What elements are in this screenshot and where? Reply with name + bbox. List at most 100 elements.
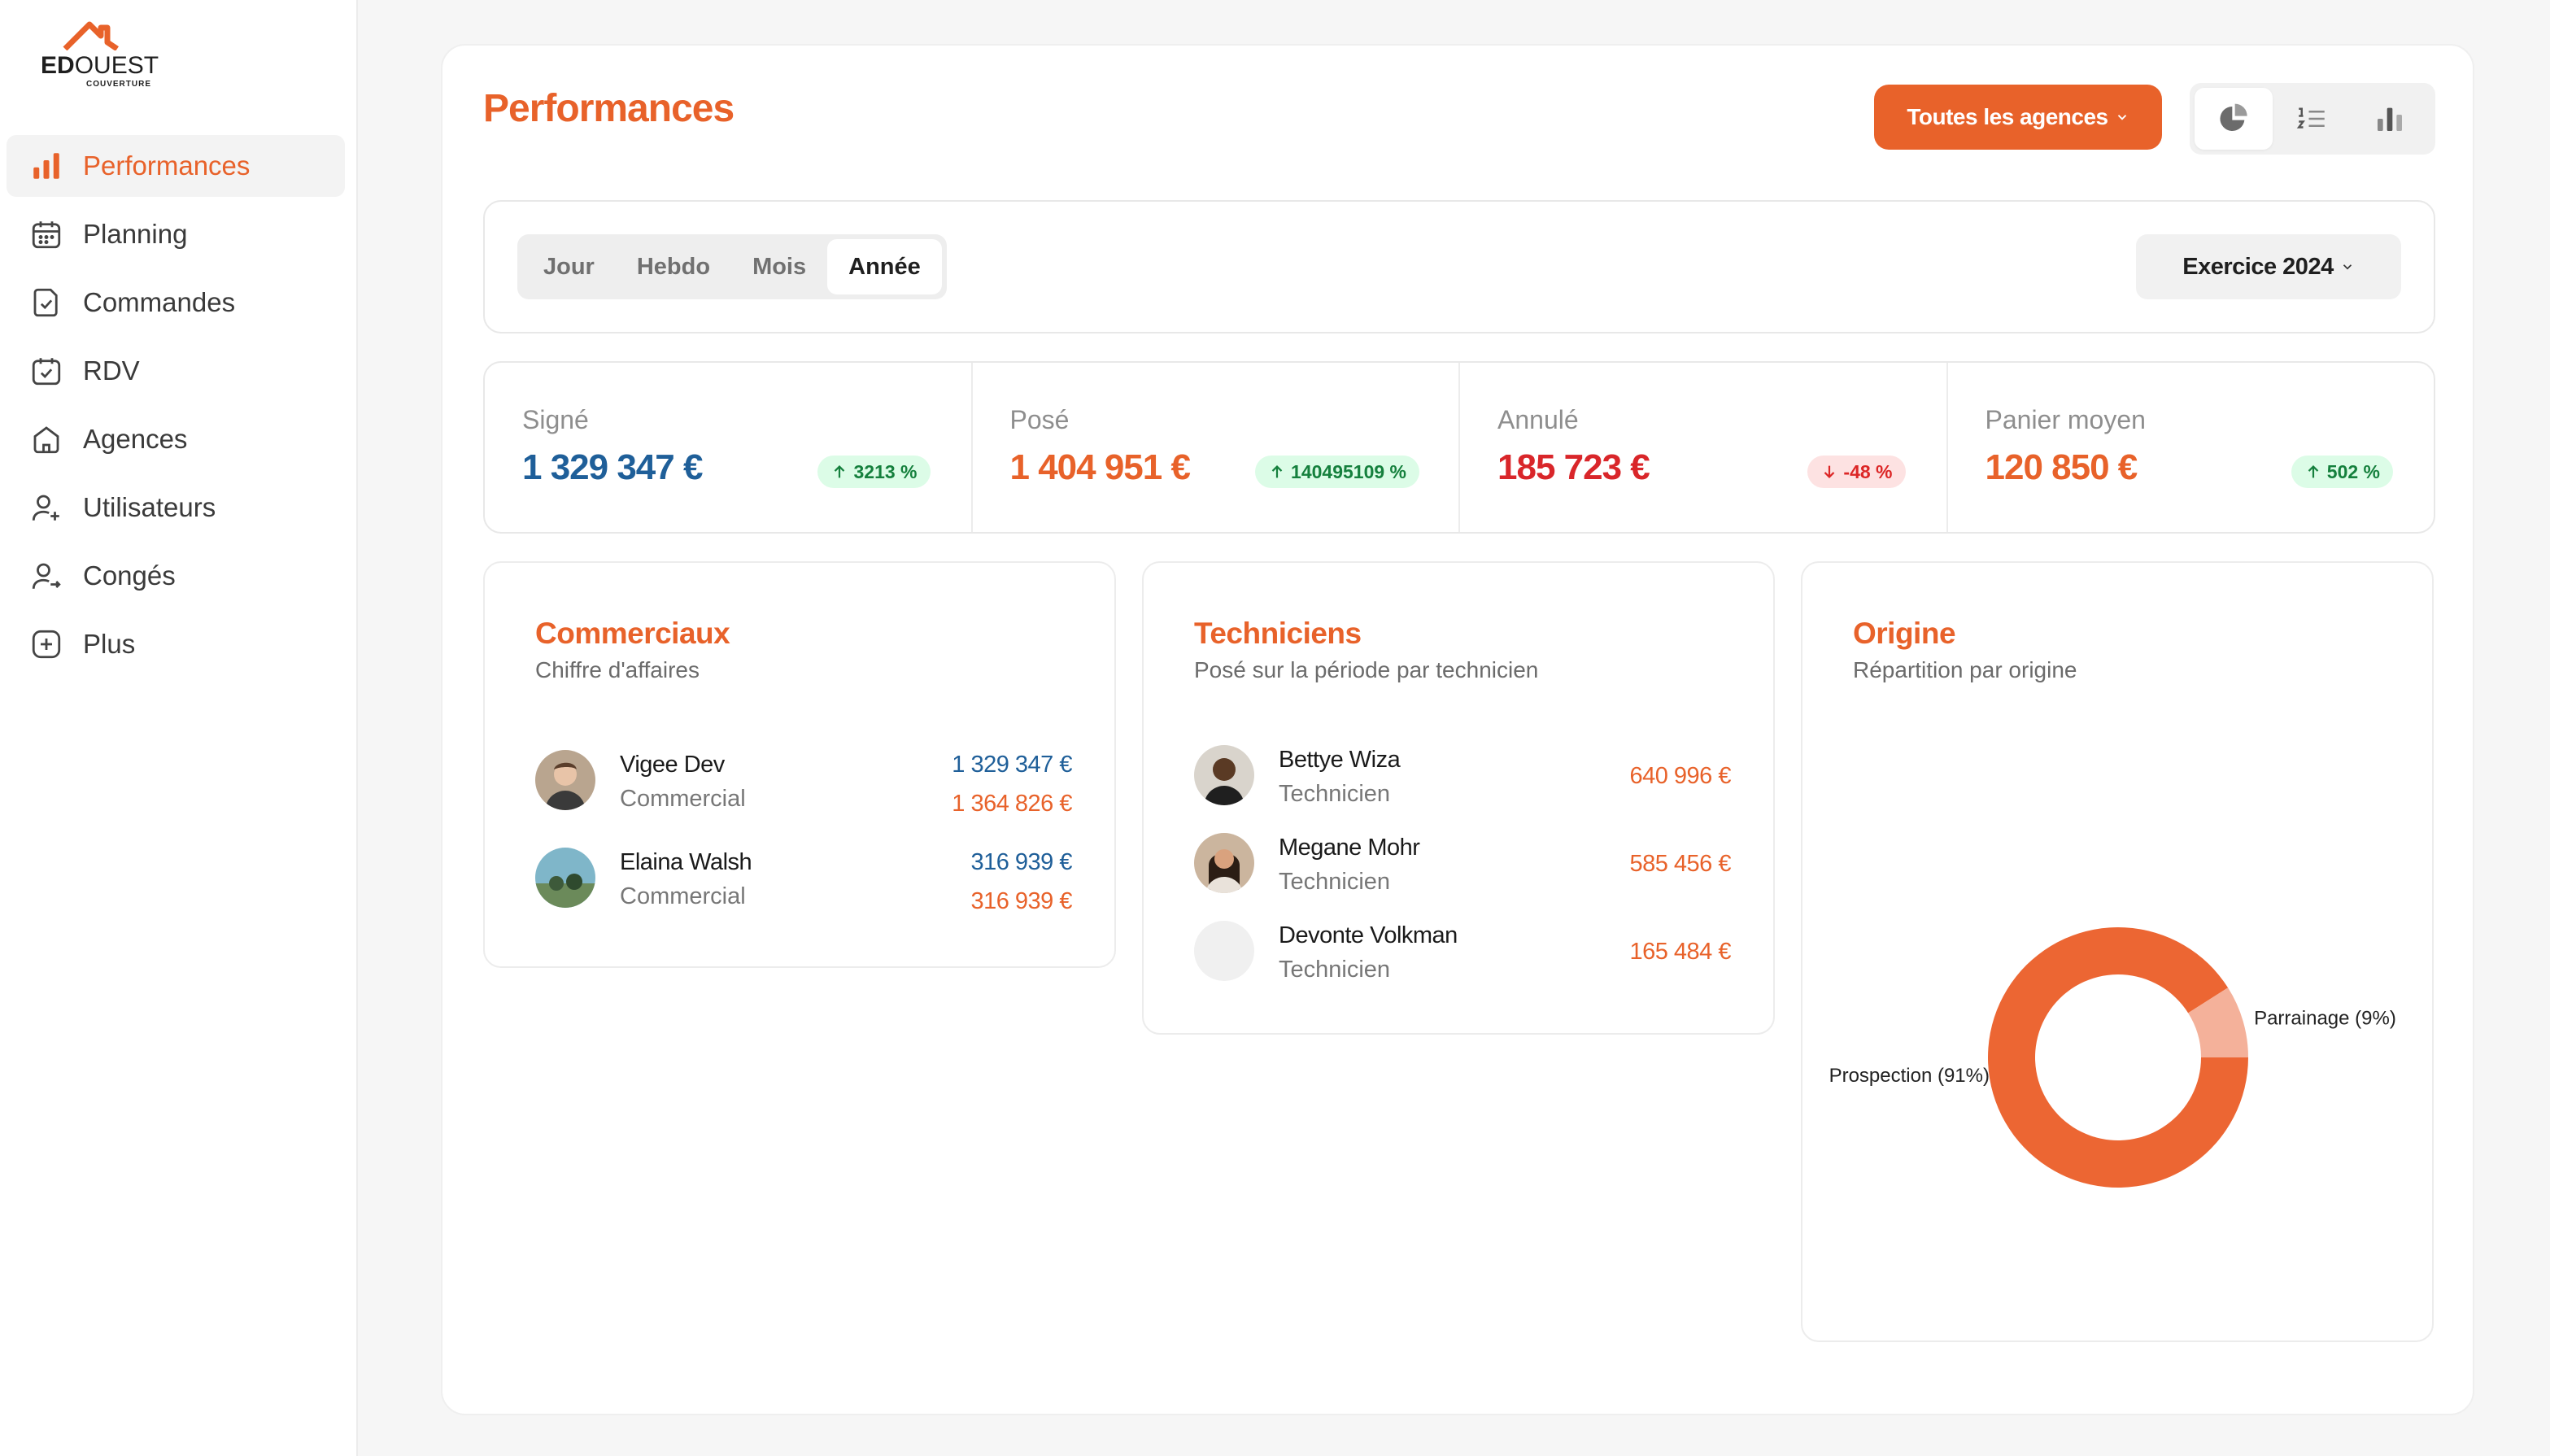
avatar (535, 848, 595, 908)
tab-hebdo[interactable]: Hebdo (616, 239, 731, 294)
agency-dropdown-button[interactable]: Toutes les agences (1874, 85, 2162, 150)
arrow-up-icon (1271, 465, 1283, 478)
signed-amount: 316 939 € (970, 849, 1072, 875)
sidebar-item-label: Agences (83, 424, 188, 454)
ordered-list-icon (2296, 107, 2325, 129)
main-card: Performances Toutes les agences Jour Heb… (441, 44, 2474, 1415)
sidebar-item-label: Congés (83, 560, 176, 591)
kpi-label: Annulé (1497, 405, 1579, 434)
app-root: EDOUEST COUVERTURE Performances Planning (0, 0, 2550, 1456)
plus-square-icon (28, 626, 65, 663)
posed-amount: 316 939 € (970, 888, 1072, 914)
posed-amount: 585 456 € (1629, 851, 1731, 877)
user-add-icon (28, 489, 65, 526)
person-role: Commercial (620, 883, 746, 909)
kpi-value: 185 723 € (1497, 447, 1650, 487)
panel-title: Techniciens (1194, 617, 1362, 650)
view-switcher (2190, 83, 2435, 155)
panel-subtitle: Posé sur la période par technicien (1194, 657, 1539, 682)
sidebar-item-planning[interactable]: Planning (7, 203, 345, 265)
view-pie-button[interactable] (2195, 88, 2273, 150)
person-role: Technicien (1279, 957, 1391, 983)
period-selector: Jour Hebdo Mois Année (517, 234, 947, 299)
kpi-signe: Signé 1 329 347 € 3213 % (485, 363, 973, 532)
kpi-annule: Annulé 185 723 € -48 % (1460, 363, 1948, 532)
tab-annee[interactable]: Année (827, 239, 942, 294)
origine-donut-chart: Prospection (91%) Parrainage (9%) (1829, 927, 2396, 1188)
list-item[interactable]: Devonte Volkman Technicien 165 484 € (1194, 914, 1731, 987)
sidebar-item-conges[interactable]: Congés (7, 545, 345, 607)
person-role: Technicien (1279, 869, 1391, 895)
avatar-placeholder (1194, 921, 1254, 981)
kpi-label: Posé (1009, 405, 1070, 434)
pie-chart-icon (2220, 103, 2247, 131)
view-bar-button[interactable] (2351, 88, 2429, 150)
home-icon (28, 421, 65, 458)
arrow-down-icon (1824, 465, 1835, 478)
sidebar-item-label: Commandes (83, 287, 236, 317)
donut-label-parrainage: Parrainage (9%) (2254, 1007, 2396, 1029)
techniciens-panel: Techniciens Posé sur la période par tech… (1142, 561, 1775, 1035)
view-list-button[interactable] (2273, 88, 2351, 150)
sidebar-item-label: Performances (83, 150, 251, 181)
calendar-check-icon (28, 352, 65, 390)
agency-button-label: Toutes les agences (1907, 104, 2108, 129)
avatar (535, 750, 595, 810)
sidebar-item-rdv[interactable]: RDV (7, 340, 345, 402)
kpi-value: 1 329 347 € (522, 447, 703, 487)
bar-chart-icon (28, 147, 65, 185)
tab-jour[interactable]: Jour (522, 239, 616, 294)
kpi-label: Signé (522, 405, 589, 434)
sidebar: EDOUEST COUVERTURE Performances Planning (0, 0, 358, 1456)
roof-icon (63, 21, 119, 50)
kpi-change-badge: 3213 % (817, 456, 931, 488)
sidebar-item-label: Utilisateurs (83, 492, 216, 522)
tab-mois[interactable]: Mois (731, 239, 827, 294)
kpi-change-badge: 140495109 % (1255, 456, 1419, 488)
calendar-icon (28, 216, 65, 253)
brand-logo[interactable]: EDOUEST COUVERTURE (41, 21, 171, 89)
list-item[interactable]: Megane Mohr Technicien 585 456 € (1194, 826, 1731, 900)
sidebar-item-plus[interactable]: Plus (7, 613, 345, 675)
person-name: Bettye Wiza (1279, 747, 1401, 773)
avatar (1194, 745, 1254, 805)
commerciaux-panel: Commerciaux Chiffre d'affaires Vigee Dev… (483, 561, 1116, 968)
list-item[interactable]: Elaina Walsh Commercial 316 939 € 316 93… (535, 841, 1072, 914)
brand-sub: COUVERTURE (86, 80, 152, 89)
kpi-change-badge: -48 % (1807, 456, 1906, 488)
list-item[interactable]: Vigee Dev Commercial 1 329 347 € 1 364 8… (535, 743, 1072, 817)
sidebar-item-label: Planning (83, 219, 188, 249)
exercise-select[interactable]: Exercice 2024 (2136, 234, 2401, 299)
sidebar-item-agences[interactable]: Agences (7, 408, 345, 470)
sidebar-item-label: Plus (83, 629, 136, 659)
panel-title: Commerciaux (535, 617, 730, 650)
sidebar-item-label: RDV (83, 355, 140, 386)
brand-name: EDOUEST (41, 52, 159, 79)
person-name: Devonte Volkman (1279, 922, 1458, 948)
bar-chart-icon (2378, 107, 2402, 131)
kpi-strip: Signé 1 329 347 € 3213 % Posé 1 404 951 … (483, 361, 2435, 534)
origine-panel: Origine Répartition par origine Prospect… (1801, 561, 2434, 1342)
sidebar-item-performances[interactable]: Performances (7, 135, 345, 197)
signed-amount: 1 329 347 € (952, 752, 1072, 778)
sidebar-item-commandes[interactable]: Commandes (7, 272, 345, 333)
chevron-down-icon (2117, 115, 2126, 120)
person-role: Commercial (620, 786, 746, 812)
user-leave-icon (28, 557, 65, 595)
posed-amount: 165 484 € (1629, 939, 1731, 965)
kpi-value: 120 850 € (1985, 447, 2138, 487)
posed-amount: 640 996 € (1629, 763, 1731, 789)
list-item[interactable]: Bettye Wiza Technicien 640 996 € (1194, 739, 1731, 812)
sidebar-item-utilisateurs[interactable]: Utilisateurs (7, 477, 345, 538)
donut-label-prospection: Prospection (91%) (1829, 1065, 1990, 1087)
sidebar-nav: Performances Planning Commandes RDV Agen… (7, 135, 345, 682)
posed-amount: 1 364 826 € (952, 791, 1072, 817)
page-title: Performances (483, 87, 734, 130)
exercise-label: Exercice 2024 (2182, 253, 2334, 280)
panel-subtitle: Chiffre d'affaires (535, 657, 700, 682)
person-name: Elaina Walsh (620, 849, 752, 875)
person-name: Vigee Dev (620, 752, 725, 778)
chevron-down-icon (2343, 264, 2352, 270)
kpi-label: Panier moyen (1985, 405, 2146, 434)
avatar (1194, 833, 1254, 893)
